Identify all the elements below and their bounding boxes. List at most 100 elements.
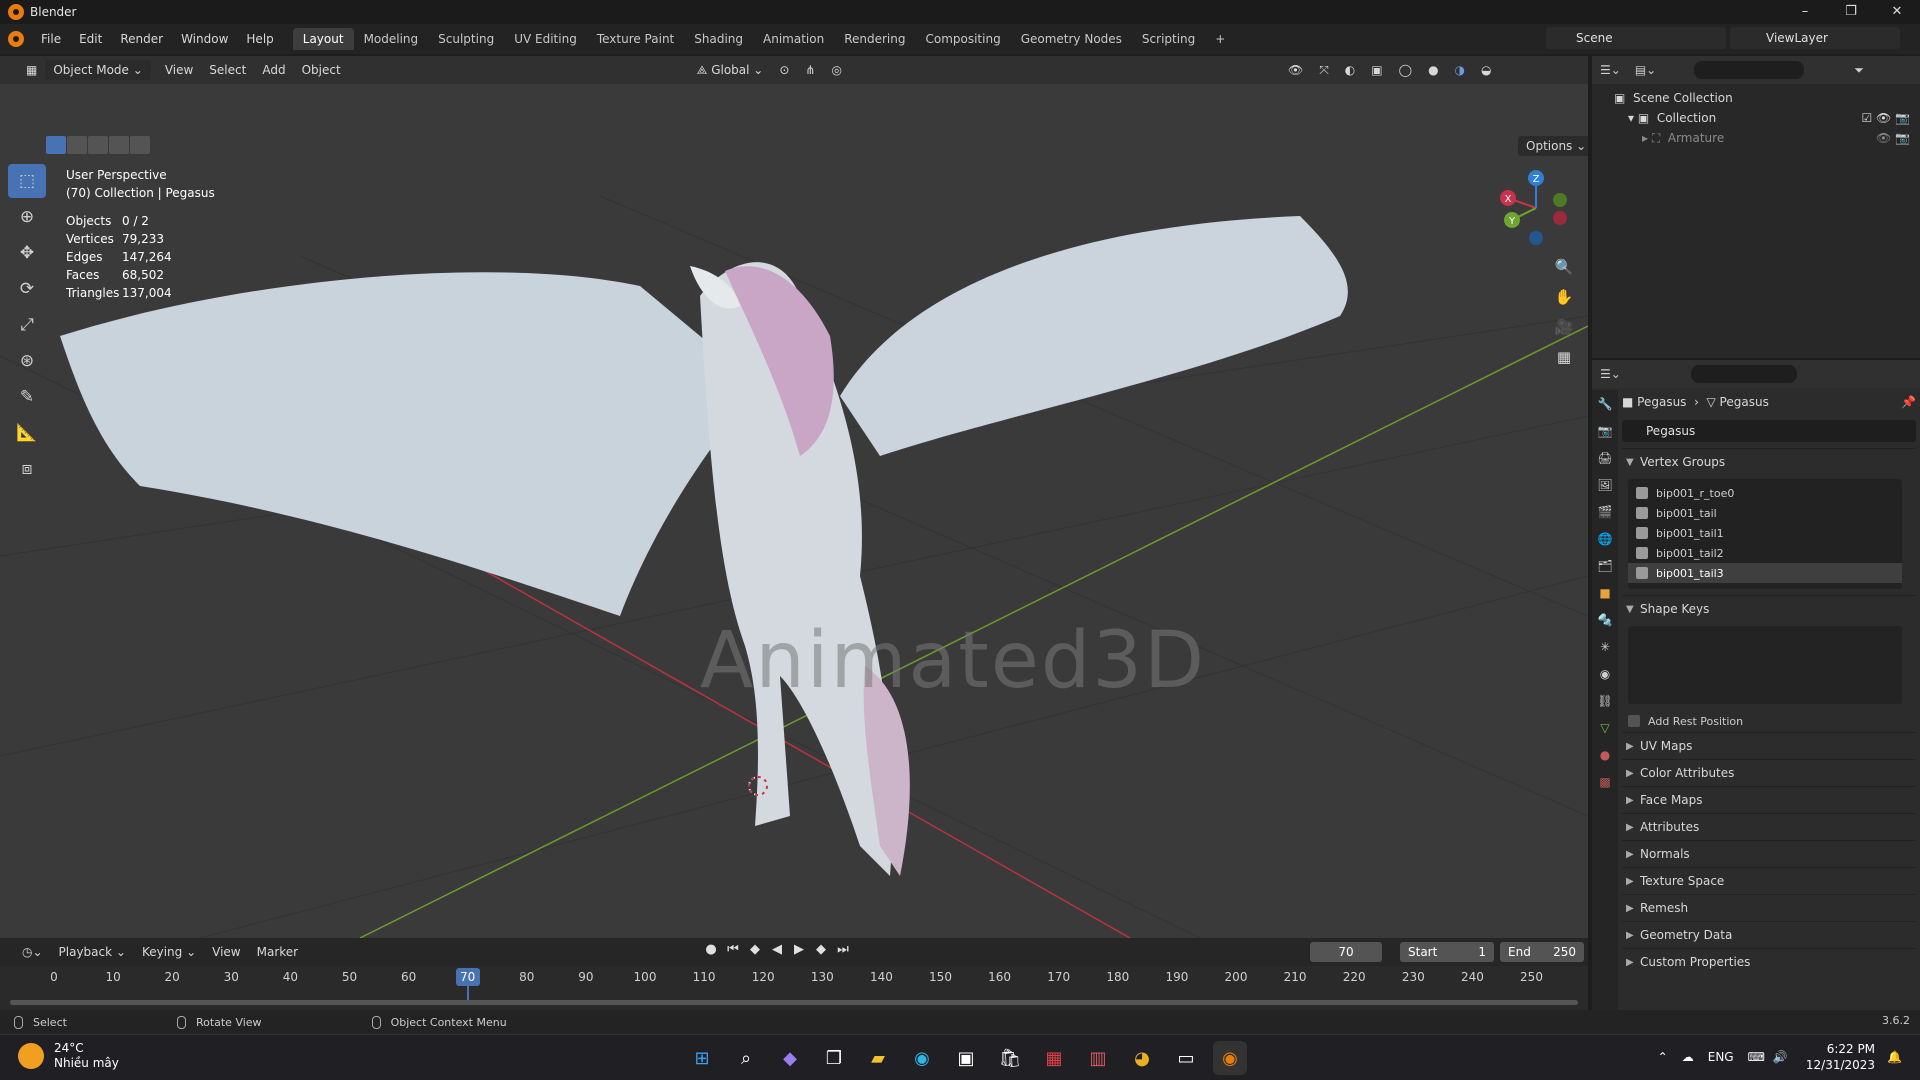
file-explorer-icon[interactable]: ▰ <box>861 1041 895 1075</box>
tab-modeling[interactable]: Modeling <box>354 28 429 50</box>
navigation-gizmo[interactable]: Z X Y <box>1496 168 1576 248</box>
select-subtract-icon[interactable] <box>88 136 108 154</box>
timeline-editor-icon[interactable]: ◷⌄ <box>14 945 51 959</box>
menu-timeline-view[interactable]: View <box>204 945 248 959</box>
render-tab-icon[interactable]: 📷 <box>1592 417 1618 444</box>
panel-vertex-groups[interactable]: ▼ Vertex Groups <box>1622 448 1916 475</box>
play-icon[interactable]: ▶ <box>788 942 810 957</box>
record-icon[interactable]: ● <box>700 942 722 957</box>
xray-icon[interactable]: ▣ <box>1363 60 1390 80</box>
panel-custom-properties[interactable]: ▶ Custom Properties <box>1622 948 1916 975</box>
material-tab-icon[interactable]: ● <box>1592 741 1618 768</box>
3d-viewport[interactable]: ▦ Object Mode ⌄ View Select Add Object ⟁… <box>0 56 1588 938</box>
list-item[interactable]: bip001_r_toe0 <box>1628 483 1902 503</box>
pegasus-model[interactable] <box>60 216 1348 876</box>
notification-bell-icon[interactable]: 🔔 <box>1887 1050 1902 1064</box>
tab-layout[interactable]: Layout <box>292 28 354 50</box>
menu-render[interactable]: Render <box>111 32 172 46</box>
material-shading-icon[interactable]: ◑ <box>1447 60 1473 80</box>
editor-type-icon[interactable]: ▦ <box>18 60 45 80</box>
object-tab-icon[interactable]: ■ <box>1592 579 1618 606</box>
scene-tab-icon[interactable]: 🎬 <box>1592 498 1618 525</box>
panel-color-attributes[interactable]: ▶ Color Attributes <box>1622 759 1916 786</box>
zoom-icon[interactable]: 🔍 <box>1552 252 1576 282</box>
jump-start-icon[interactable]: ⏮ <box>722 942 744 957</box>
outliner-search-input[interactable] <box>1694 61 1805 79</box>
windows-start-icon[interactable]: ⊞ <box>685 1041 719 1075</box>
outliner-armature[interactable]: ▸ ⛶ Armature 👁 📷 <box>1592 128 1920 148</box>
panel-texture-space[interactable]: ▶ Texture Space <box>1622 867 1916 894</box>
blender-taskbar-icon[interactable]: ◉ <box>1213 1041 1247 1075</box>
properties-search-input[interactable] <box>1690 365 1797 383</box>
texture-tab-icon[interactable]: ▩ <box>1592 768 1618 795</box>
select-box-icon[interactable]: ⬚ <box>8 164 46 198</box>
tab-uv-editing[interactable]: UV Editing <box>504 28 587 50</box>
weather-widget[interactable]: 24°C Nhiều mây <box>18 1041 119 1071</box>
app-icon[interactable]: ▣ <box>949 1041 983 1075</box>
tab-animation[interactable]: Animation <box>753 28 834 50</box>
tab-geometry-nodes[interactable]: Geometry Nodes <box>1011 28 1132 50</box>
search-icon[interactable]: ⌕ <box>729 1041 763 1075</box>
app-icon[interactable]: ▦ <box>1037 1041 1071 1075</box>
proportional-editing-icon[interactable]: ◎ <box>823 60 849 80</box>
playhead-frame[interactable]: 70 <box>455 968 480 986</box>
data-tab-icon[interactable]: ▽ <box>1592 714 1618 741</box>
menu-marker[interactable]: Marker <box>249 945 306 959</box>
panel-normals[interactable]: ▶ Normals <box>1622 840 1916 867</box>
move-icon[interactable]: ✥ <box>8 236 46 270</box>
task-view-icon[interactable]: ❐ <box>817 1041 851 1075</box>
outliner-collection[interactable]: ▾ ▣ Collection ☑ 👁 📷 <box>1592 108 1920 128</box>
menu-view[interactable]: View <box>157 60 201 80</box>
menu-help[interactable]: Help <box>237 32 282 46</box>
transform-icon[interactable]: ⊛ <box>8 344 46 378</box>
options-dropdown[interactable]: Options ⌄ <box>1518 136 1588 156</box>
outliner-scene-collection[interactable]: ▣ Scene Collection <box>1592 88 1920 108</box>
ortho-grid-icon[interactable]: ▦ <box>1552 342 1576 372</box>
list-item[interactable]: bip001_tail2 <box>1628 543 1902 563</box>
tab-texture-paint[interactable]: Texture Paint <box>587 28 684 50</box>
pin-icon[interactable]: 📌 <box>1901 395 1916 409</box>
menu-add[interactable]: Add <box>254 60 293 80</box>
panel-uv-maps[interactable]: ▶ UV Maps <box>1622 732 1916 759</box>
chrome-icon[interactable]: ◕ <box>1125 1041 1159 1075</box>
menu-select[interactable]: Select <box>201 60 254 80</box>
tab-scripting[interactable]: Scripting <box>1132 28 1205 50</box>
language-indicator[interactable]: ENG <box>1708 1050 1734 1064</box>
menu-window[interactable]: Window <box>172 32 237 46</box>
scene-selector[interactable]: Scene <box>1546 27 1726 49</box>
add-rest-position-checkbox[interactable]: Add Rest Position <box>1622 710 1916 732</box>
blender-menu-icon[interactable] <box>8 31 24 47</box>
store-icon[interactable]: 🛍 <box>993 1041 1027 1075</box>
select-new-icon[interactable] <box>46 136 66 154</box>
properties-editor-icon[interactable]: ☰⌄ <box>1600 367 1621 381</box>
start-frame-field[interactable]: Start 1 <box>1400 942 1494 962</box>
prev-keyframe-icon[interactable]: ◆ <box>744 942 766 957</box>
terminal-icon[interactable]: ▭ <box>1169 1041 1203 1075</box>
jump-end-icon[interactable]: ⏭ <box>832 942 854 957</box>
play-reverse-icon[interactable]: ◀ <box>766 942 788 957</box>
overlay-toggle-icon[interactable]: ◐ <box>1337 60 1363 80</box>
collection-tab-icon[interactable]: 🗂 <box>1592 552 1618 579</box>
frame-ruler[interactable]: 0 10 20 30 40 50 60 70 80 90 100 110 120 130 140 150 160… <box>10 968 1580 1004</box>
world-tab-icon[interactable]: 🌐 <box>1592 525 1618 552</box>
minimize-icon[interactable]: – <box>1782 0 1828 24</box>
tab-sculpting[interactable]: Sculpting <box>428 28 504 50</box>
constraints-tab-icon[interactable]: ⛓ <box>1592 687 1618 714</box>
panel-remesh[interactable]: ▶ Remesh <box>1622 894 1916 921</box>
panel-face-maps[interactable]: ▶ Face Maps <box>1622 786 1916 813</box>
display-mode-icon[interactable]: ▤⌄ <box>1635 63 1656 77</box>
rotate-icon[interactable]: ⟳ <box>8 272 46 306</box>
snap-icon[interactable]: ⋔ <box>797 60 823 80</box>
tool-tab-icon[interactable]: 🔧 <box>1592 390 1618 417</box>
solid-shading-icon[interactable]: ● <box>1420 60 1446 80</box>
view-layer-selector[interactable]: ViewLayer <box>1730 27 1900 49</box>
tab-compositing[interactable]: Compositing <box>915 28 1010 50</box>
app-icon[interactable]: ▥ <box>1081 1041 1115 1075</box>
wireframe-shading-icon[interactable]: ◯ <box>1391 60 1420 80</box>
physics-tab-icon[interactable]: ◉ <box>1592 660 1618 687</box>
transform-orientation-dropdown[interactable]: ⟁ Global ⌄ <box>689 60 772 80</box>
cloud-icon[interactable]: ☁ <box>1682 1050 1694 1064</box>
volume-icon[interactable]: 🔊 <box>1773 1050 1788 1064</box>
modifier-tab-icon[interactable]: 🔩 <box>1592 606 1618 633</box>
select-intersect-icon[interactable] <box>130 136 150 154</box>
